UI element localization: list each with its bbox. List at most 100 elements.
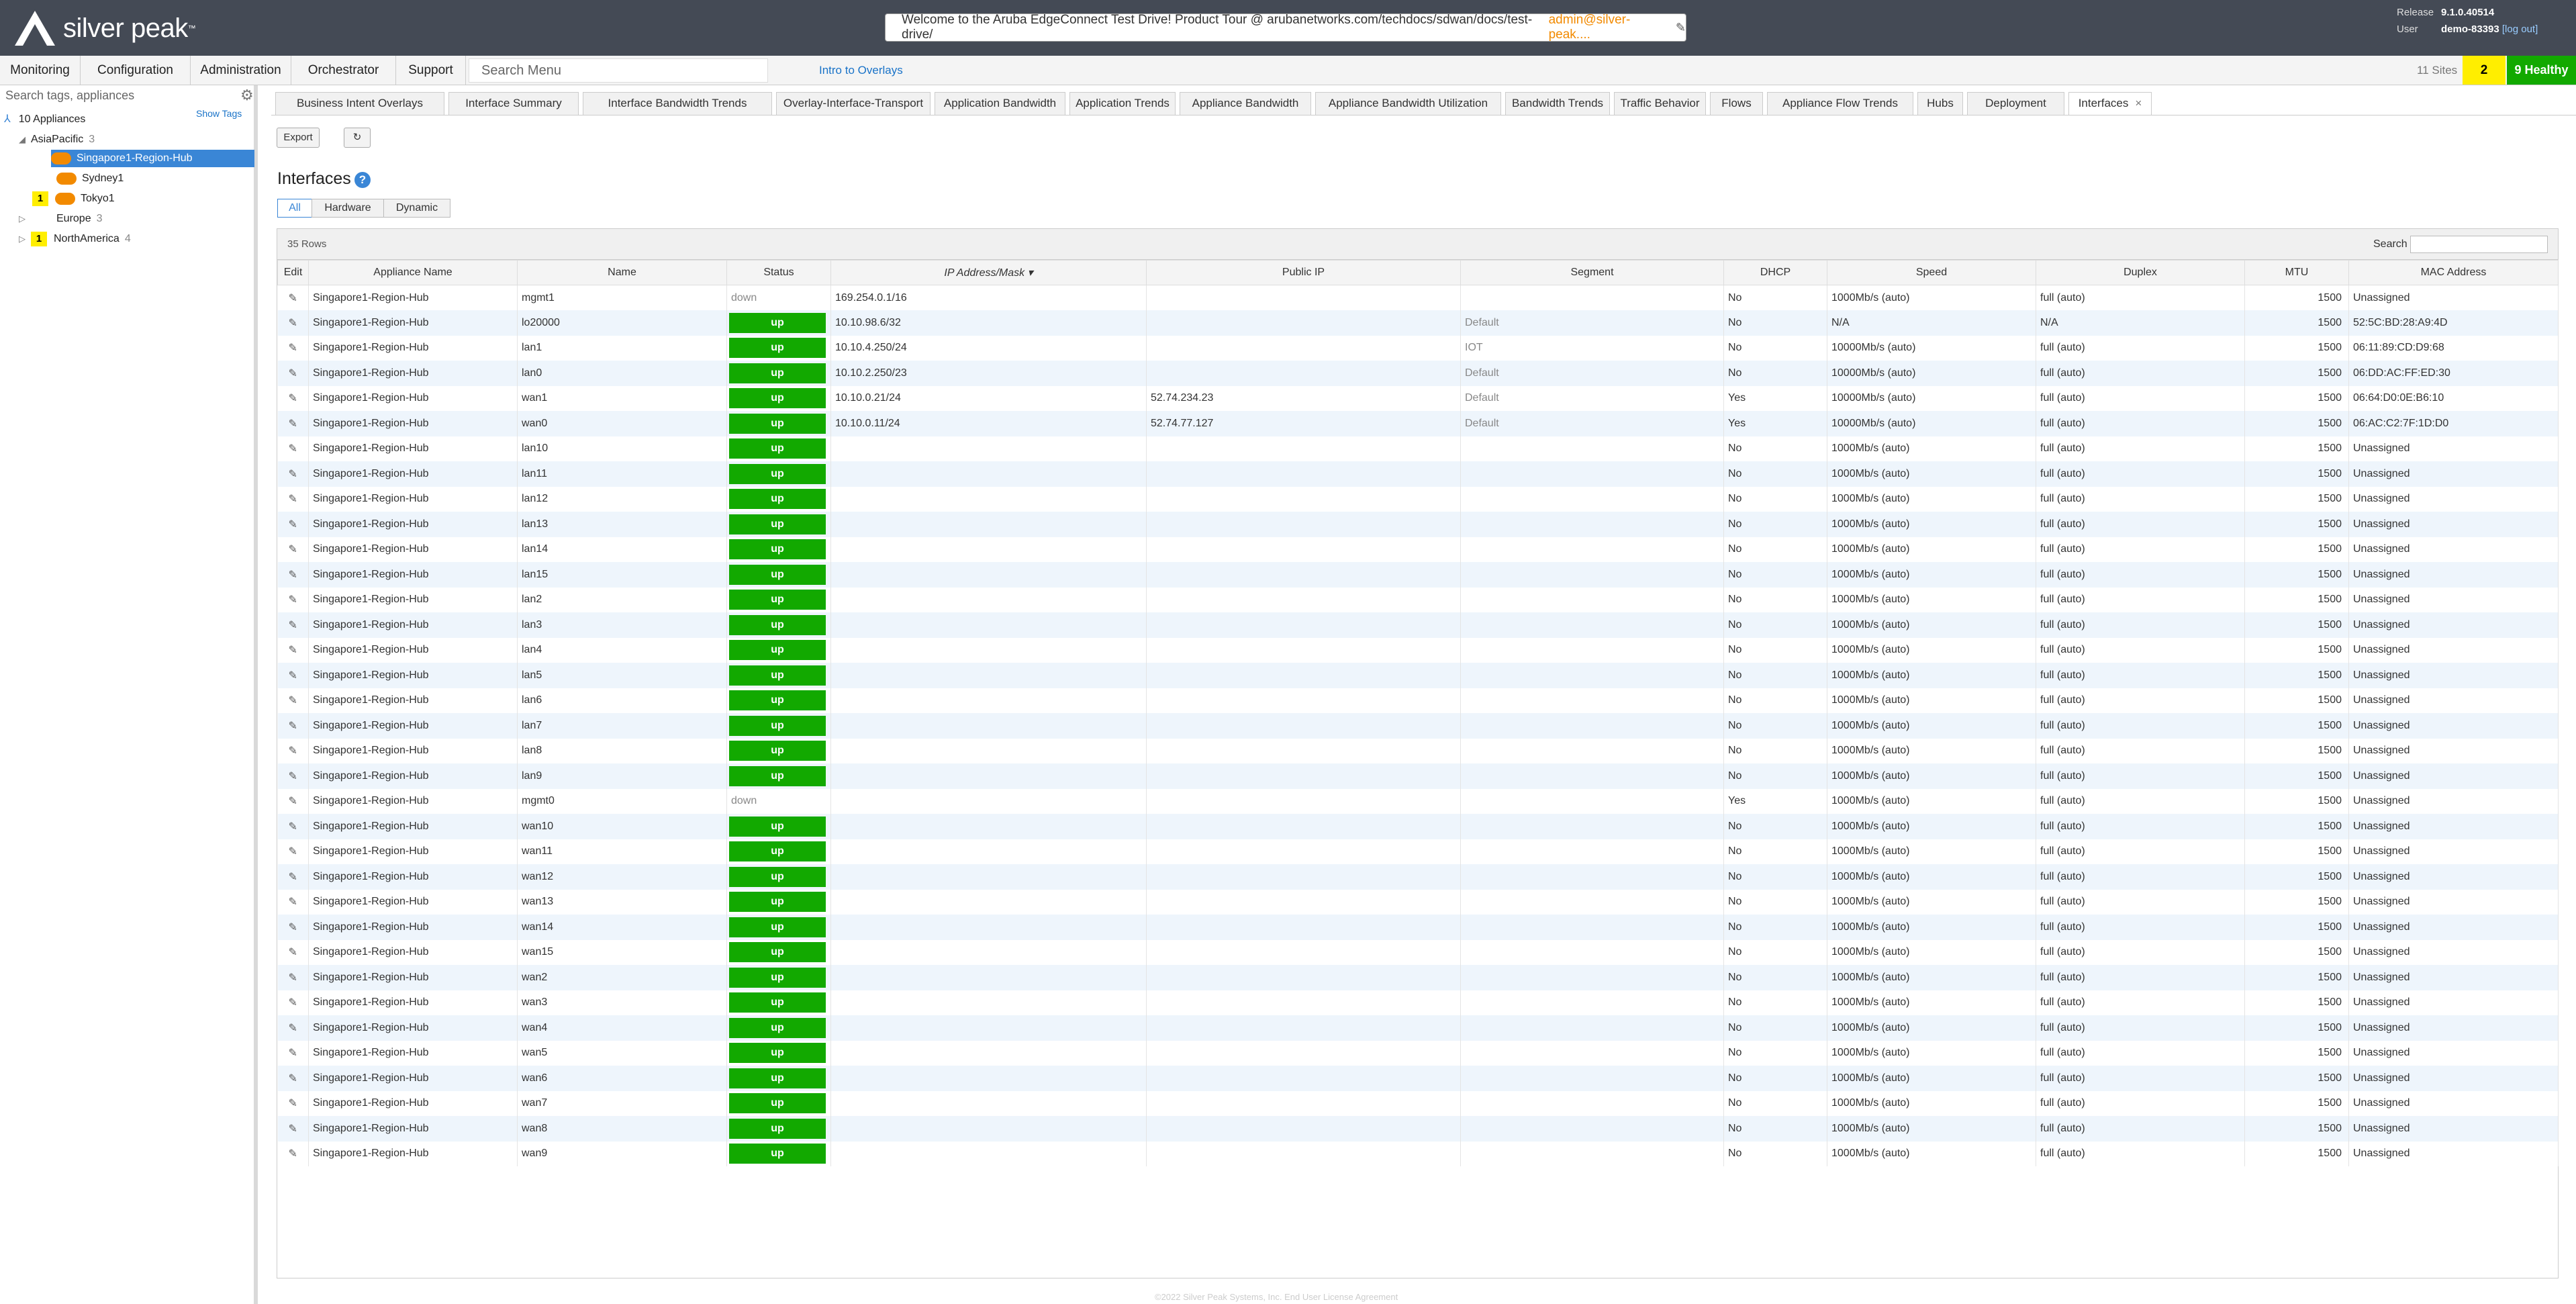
alarm-badge[interactable]: 2 — [2463, 56, 2506, 85]
edit-icon[interactable]: ✎ — [277, 915, 309, 940]
refresh-button[interactable]: ↻ — [344, 128, 371, 148]
edit-icon[interactable]: ✎ — [277, 436, 309, 461]
edit-icon[interactable]: ✎ — [277, 763, 309, 789]
edit-icon[interactable]: ✎ — [277, 788, 309, 814]
table-row[interactable]: ✎ Singapore1-Region-Hub wan4 up No 1000Mb/s (… — [277, 1015, 2559, 1041]
column-header-7[interactable]: DHCP — [1723, 260, 1827, 285]
edit-icon[interactable]: ✎ — [277, 361, 309, 386]
edit-icon[interactable]: ✎ — [277, 688, 309, 713]
export-button[interactable]: Export — [277, 128, 320, 148]
nav-monitoring[interactable]: Monitoring — [0, 56, 81, 85]
menu-search-input[interactable]: Search Menu — [469, 58, 768, 83]
tree-root[interactable]: ⅄ 10 Appliances — [4, 111, 85, 128]
table-row[interactable]: ✎ Singapore1-Region-Hub lan11 up No 1000Mb/s … — [277, 461, 2559, 487]
column-header-9[interactable]: Duplex — [2036, 260, 2245, 285]
sites-count[interactable]: 11 Sites — [2412, 56, 2463, 85]
edit-icon[interactable]: ✎ — [277, 461, 309, 487]
column-header-6[interactable]: Segment — [1460, 260, 1724, 285]
table-row[interactable]: ✎ Singapore1-Region-Hub wan3 up No 1000Mb/s (… — [277, 990, 2559, 1015]
intro-overlays-link[interactable]: Intro to Overlays — [819, 56, 903, 85]
edit-icon[interactable]: ✎ — [277, 713, 309, 739]
edit-icon[interactable]: ✎ — [277, 1066, 309, 1091]
edit-icon[interactable]: ✎ — [277, 285, 309, 310]
show-tags-link[interactable]: Show Tags — [196, 108, 242, 119]
edit-icon[interactable]: ✎ — [277, 1116, 309, 1142]
table-row[interactable]: ✎ Singapore1-Region-Hub lan7 up No 1000Mb/s (… — [277, 713, 2559, 739]
column-header-8[interactable]: Speed — [1827, 260, 2036, 285]
nav-administration[interactable]: Administration — [191, 56, 291, 85]
tab-interfaces[interactable]: Interfaces × — [2068, 92, 2152, 115]
table-row[interactable]: ✎ Singapore1-Region-Hub lan8 up No 1000Mb/s (… — [277, 738, 2559, 763]
edit-icon[interactable]: ✎ — [277, 864, 309, 890]
tree-group-asiapacific[interactable]: ◢ AsiaPacific 3 — [19, 131, 95, 148]
gear-icon[interactable]: ⚙ — [240, 87, 254, 104]
edit-icon[interactable]: ✎ — [277, 411, 309, 436]
table-row[interactable]: ✎ Singapore1-Region-Hub wan7 up No 1000Mb/s (… — [277, 1090, 2559, 1116]
filter-dynamic[interactable]: Dynamic — [383, 199, 450, 218]
tree-group-europe[interactable]: ▷ Europe 3 — [19, 210, 103, 228]
edit-icon[interactable]: ✎ — [277, 562, 309, 588]
table-row[interactable]: ✎ Singapore1-Region-Hub wan13 up No 1000Mb/s … — [277, 889, 2559, 915]
table-row[interactable]: ✎ Singapore1-Region-Hub wan1 up 10.10.0.21/2… — [277, 385, 2559, 411]
tab-business-intent-overlays[interactable]: Business Intent Overlays — [275, 92, 444, 115]
table-row[interactable]: ✎ Singapore1-Region-Hub lan0 up 10.10.2.250/… — [277, 361, 2559, 386]
edit-icon[interactable]: ✎ — [277, 965, 309, 990]
column-header-10[interactable]: MTU — [2244, 260, 2349, 285]
tab-appliance-bandwidth-utilization[interactable]: Appliance Bandwidth Utilization — [1315, 92, 1501, 115]
help-icon[interactable]: ? — [354, 172, 371, 188]
expand-icon[interactable]: ▷ — [19, 230, 31, 248]
edit-icon[interactable]: ✎ — [277, 385, 309, 411]
edit-icon[interactable]: ✎ — [277, 335, 309, 361]
edit-icon[interactable]: ✎ — [277, 839, 309, 864]
edit-icon[interactable]: ✎ — [277, 1040, 309, 1066]
tab-overlay-interface-transport[interactable]: Overlay-Interface-Transport — [776, 92, 931, 115]
table-row[interactable]: ✎ Singapore1-Region-Hub lan14 up No 1000Mb/s … — [277, 537, 2559, 562]
grid-search-input[interactable] — [2410, 236, 2548, 253]
tree-item-tokyo[interactable]: 1 Tokyo1 — [32, 190, 115, 207]
tab-flows[interactable]: Flows — [1710, 92, 1763, 115]
tree-group-northamerica[interactable]: ▷ 1 NorthAmerica 4 — [19, 230, 131, 248]
table-row[interactable]: ✎ Singapore1-Region-Hub wan5 up No 1000Mb/s (… — [277, 1040, 2559, 1066]
nav-support[interactable]: Support — [396, 56, 466, 85]
table-row[interactable]: ✎ Singapore1-Region-Hub wan2 up No 1000Mb/s (… — [277, 965, 2559, 990]
nav-configuration[interactable]: Configuration — [81, 56, 191, 85]
table-row[interactable]: ✎ Singapore1-Region-Hub wan0 up 10.10.0.11/2… — [277, 411, 2559, 436]
tab-application-bandwidth[interactable]: Application Bandwidth — [935, 92, 1065, 115]
column-header-2[interactable]: Name — [517, 260, 727, 285]
table-row[interactable]: ✎ Singapore1-Region-Hub wan6 up No 1000Mb/s (… — [277, 1066, 2559, 1091]
user-email[interactable]: admin@silver-peak.... — [1549, 13, 1668, 42]
close-icon[interactable]: × — [2135, 97, 2142, 109]
edit-icon[interactable]: ✎ — [1676, 21, 1686, 35]
table-row[interactable]: ✎ Singapore1-Region-Hub wan14 up No 1000Mb/s … — [277, 915, 2559, 940]
tab-hubs[interactable]: Hubs — [1917, 92, 1963, 115]
edit-icon[interactable]: ✎ — [277, 512, 309, 537]
edit-icon[interactable]: ✎ — [277, 990, 309, 1015]
filter-all[interactable]: All — [277, 199, 312, 218]
table-row[interactable]: ✎ Singapore1-Region-Hub lan1 up 10.10.4.250/… — [277, 335, 2559, 361]
table-row[interactable]: ✎ Singapore1-Region-Hub lo20000 up 10.10.98.… — [277, 310, 2559, 336]
column-header-1[interactable]: Appliance Name — [308, 260, 518, 285]
tab-appliance-flow-trends[interactable]: Appliance Flow Trends — [1767, 92, 1913, 115]
edit-icon[interactable]: ✎ — [277, 537, 309, 562]
tag-search-input[interactable]: Search tags, appliances — [5, 85, 234, 105]
tab-appliance-bandwidth[interactable]: Appliance Bandwidth — [1180, 92, 1311, 115]
edit-icon[interactable]: ✎ — [277, 1141, 309, 1166]
table-row[interactable]: ✎ Singapore1-Region-Hub lan2 up No 1000Mb/s (… — [277, 587, 2559, 612]
expand-icon[interactable]: ▷ — [19, 210, 31, 228]
table-row[interactable]: ✎ Singapore1-Region-Hub lan6 up No 1000Mb/s (… — [277, 688, 2559, 713]
edit-icon[interactable]: ✎ — [277, 814, 309, 839]
edit-icon[interactable]: ✎ — [277, 889, 309, 915]
table-row[interactable]: ✎ Singapore1-Region-Hub wan12 up No 1000Mb/s … — [277, 864, 2559, 890]
edit-icon[interactable]: ✎ — [277, 738, 309, 763]
edit-icon[interactable]: ✎ — [277, 1090, 309, 1116]
column-header-0[interactable]: Edit — [277, 260, 309, 285]
tab-interface-bandwidth-trends[interactable]: Interface Bandwidth Trends — [583, 92, 772, 115]
filter-hardware[interactable]: Hardware — [312, 199, 384, 218]
silver-peak-logo[interactable]: silver peak ™ — [13, 8, 196, 48]
column-header-5[interactable]: Public IP — [1146, 260, 1461, 285]
table-row[interactable]: ✎ Singapore1-Region-Hub lan5 up No 1000Mb/s (… — [277, 663, 2559, 688]
table-row[interactable]: ✎ Singapore1-Region-Hub wan9 up No 1000Mb/s (… — [277, 1141, 2559, 1166]
edit-icon[interactable]: ✎ — [277, 486, 309, 512]
column-header-3[interactable]: Status — [726, 260, 831, 285]
table-row[interactable]: ✎ Singapore1-Region-Hub wan8 up No 1000Mb/s (… — [277, 1116, 2559, 1142]
